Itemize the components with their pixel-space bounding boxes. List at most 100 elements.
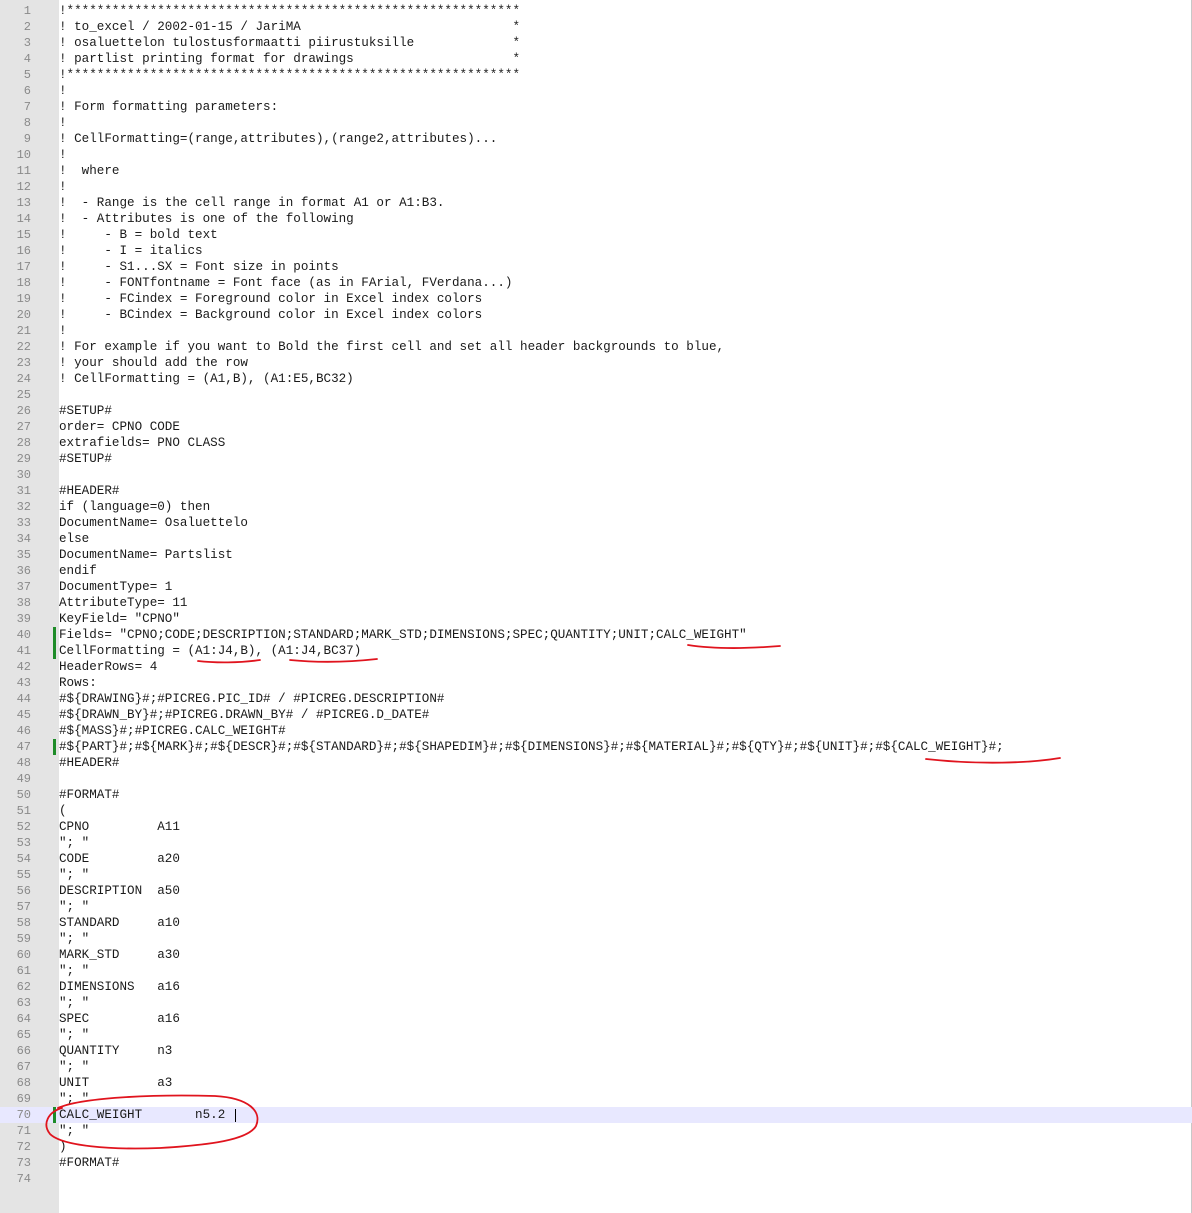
code-line[interactable]: 7 ! Form formatting parameters:: [0, 99, 1192, 115]
code-line[interactable]: 9 ! CellFormatting=(range,attributes),(ra…: [0, 131, 1192, 147]
line-text[interactable]: ! CellFormatting=(range,attributes),(ran…: [59, 131, 497, 147]
line-text[interactable]: #${DRAWING}#;#PICREG.PIC_ID# / #PICREG.D…: [59, 691, 444, 707]
line-text[interactable]: ! - S1...SX = Font size in points: [59, 259, 339, 275]
line-text[interactable]: DIMENSIONS a16: [59, 979, 180, 995]
code-line[interactable]: 2 ! to_excel / 2002-01-15 / JariMA *: [0, 19, 1192, 35]
code-line[interactable]: 58 STANDARD a10: [0, 915, 1192, 931]
code-line[interactable]: 53 "; ": [0, 835, 1192, 851]
line-text[interactable]: CALC_WEIGHT n5.2: [59, 1107, 225, 1123]
line-text[interactable]: Rows:: [59, 675, 97, 691]
code-line[interactable]: 50 #FORMAT#: [0, 787, 1192, 803]
line-text[interactable]: "; ": [59, 931, 89, 947]
line-text[interactable]: ! - BCindex = Background color in Excel …: [59, 307, 482, 323]
code-line[interactable]: 63 "; ": [0, 995, 1192, 1011]
line-text[interactable]: ! - B = bold text: [59, 227, 218, 243]
code-line[interactable]: 31 #HEADER#: [0, 483, 1192, 499]
line-text[interactable]: ! to_excel / 2002-01-15 / JariMA *: [59, 19, 520, 35]
line-text[interactable]: ! - I = italics: [59, 243, 203, 259]
code-line[interactable]: 39 KeyField= "CPNO": [0, 611, 1192, 627]
line-text[interactable]: "; ": [59, 899, 89, 915]
code-line[interactable]: 21!: [0, 323, 1192, 339]
line-text[interactable]: (: [59, 803, 67, 819]
code-line[interactable]: 6!: [0, 83, 1192, 99]
line-text[interactable]: ! For example if you want to Bold the fi…: [59, 339, 724, 355]
line-text[interactable]: DocumentName= Partslist: [59, 547, 233, 563]
code-line[interactable]: 36 endif: [0, 563, 1192, 579]
code-line[interactable]: 15 ! - B = bold text: [0, 227, 1192, 243]
code-line[interactable]: 61 "; ": [0, 963, 1192, 979]
line-text[interactable]: !: [59, 323, 67, 339]
code-line[interactable]: 13 ! - Range is the cell range in format …: [0, 195, 1192, 211]
code-line[interactable]: 74: [0, 1171, 1192, 1187]
code-line[interactable]: 44 #${DRAWING}#;#PICREG.PIC_ID# / #PICREG…: [0, 691, 1192, 707]
line-text[interactable]: #HEADER#: [59, 483, 119, 499]
line-text[interactable]: ! - FCindex = Foreground color in Excel …: [59, 291, 482, 307]
line-text[interactable]: order= CPNO CODE: [59, 419, 180, 435]
code-line[interactable]: 10!: [0, 147, 1192, 163]
line-text[interactable]: extrafields= PNO CLASS: [59, 435, 225, 451]
line-text[interactable]: "; ": [59, 963, 89, 979]
line-text[interactable]: "; ": [59, 835, 89, 851]
line-text[interactable]: HeaderRows= 4: [59, 659, 157, 675]
code-line[interactable]: 71 "; ": [0, 1123, 1192, 1139]
code-line[interactable]: 24 ! CellFormatting = (A1,B), (A1:E5,BC32…: [0, 371, 1192, 387]
code-line[interactable]: 29 #SETUP#: [0, 451, 1192, 467]
code-line[interactable]: 33 DocumentName= Osaluettelo: [0, 515, 1192, 531]
line-text[interactable]: !: [59, 179, 67, 195]
code-line[interactable]: 27 order= CPNO CODE: [0, 419, 1192, 435]
code-line[interactable]: 46 #${MASS}#;#PICREG.CALC_WEIGHT#: [0, 723, 1192, 739]
line-text[interactable]: ! Form formatting parameters:: [59, 99, 278, 115]
code-line[interactable]: 70 CALC_WEIGHT n5.2: [0, 1107, 1192, 1123]
line-text[interactable]: ! where: [59, 163, 119, 179]
code-line[interactable]: 26 #SETUP#: [0, 403, 1192, 419]
line-text[interactable]: MARK_STD a30: [59, 947, 180, 963]
line-text[interactable]: CPNO A11: [59, 819, 180, 835]
line-text[interactable]: ! partlist printing format for drawings …: [59, 51, 520, 67]
line-text[interactable]: SPEC a16: [59, 1011, 180, 1027]
code-line[interactable]: 42 HeaderRows= 4: [0, 659, 1192, 675]
code-line[interactable]: 66 QUANTITY n3: [0, 1043, 1192, 1059]
text-editor[interactable]: 1 !**************************************…: [0, 0, 1192, 1213]
line-text[interactable]: "; ": [59, 867, 89, 883]
code-line[interactable]: 65 "; ": [0, 1027, 1192, 1043]
code-line[interactable]: 47 #${PART}#;#${MARK}#;#${DESCR}#;#${STAN…: [0, 739, 1192, 755]
code-line[interactable]: 67 "; ": [0, 1059, 1192, 1075]
code-line[interactable]: 20 ! - BCindex = Background color in Exce…: [0, 307, 1192, 323]
code-line[interactable]: 28 extrafields= PNO CLASS: [0, 435, 1192, 451]
code-line[interactable]: 30: [0, 467, 1192, 483]
code-line[interactable]: 57 "; ": [0, 899, 1192, 915]
line-text[interactable]: "; ": [59, 1027, 89, 1043]
line-text[interactable]: if (language=0) then: [59, 499, 210, 515]
line-text[interactable]: CellFormatting = (A1:J4,B), (A1:J4,BC37): [59, 643, 361, 659]
code-line[interactable]: 43 Rows:: [0, 675, 1192, 691]
code-line[interactable]: 19 ! - FCindex = Foreground color in Exce…: [0, 291, 1192, 307]
code-line[interactable]: 60 MARK_STD a30: [0, 947, 1192, 963]
code-line[interactable]: 55 "; ": [0, 867, 1192, 883]
code-line[interactable]: 38 AttributeType= 11: [0, 595, 1192, 611]
code-line[interactable]: 68 UNIT a3: [0, 1075, 1192, 1091]
line-text[interactable]: #SETUP#: [59, 403, 112, 419]
code-line[interactable]: 32 if (language=0) then: [0, 499, 1192, 515]
line-text[interactable]: "; ": [59, 1123, 89, 1139]
line-text[interactable]: KeyField= "CPNO": [59, 611, 180, 627]
code-line[interactable]: 72): [0, 1139, 1192, 1155]
line-text[interactable]: !: [59, 115, 67, 131]
line-text[interactable]: endif: [59, 563, 97, 579]
line-text[interactable]: "; ": [59, 995, 89, 1011]
code-line[interactable]: 14 ! - Attributes is one of the following: [0, 211, 1192, 227]
code-line[interactable]: 25: [0, 387, 1192, 403]
code-line[interactable]: 1 !**************************************…: [0, 3, 1192, 19]
code-line[interactable]: 35 DocumentName= Partslist: [0, 547, 1192, 563]
code-line[interactable]: 5 !**************************************…: [0, 67, 1192, 83]
line-text[interactable]: !: [59, 83, 67, 99]
line-text[interactable]: else: [59, 531, 89, 547]
line-text[interactable]: #HEADER#: [59, 755, 119, 771]
code-line[interactable]: 22 ! For example if you want to Bold the …: [0, 339, 1192, 355]
code-line[interactable]: 11 ! where: [0, 163, 1192, 179]
code-line[interactable]: 41 CellFormatting = (A1:J4,B), (A1:J4,BC3…: [0, 643, 1192, 659]
code-line[interactable]: 23 ! your should add the row: [0, 355, 1192, 371]
line-text[interactable]: !***************************************…: [59, 3, 520, 19]
code-line[interactable]: 45 #${DRAWN_BY}#;#PICREG.DRAWN_BY# / #PIC…: [0, 707, 1192, 723]
line-text[interactable]: DESCRIPTION a50: [59, 883, 180, 899]
line-text[interactable]: !***************************************…: [59, 67, 520, 83]
